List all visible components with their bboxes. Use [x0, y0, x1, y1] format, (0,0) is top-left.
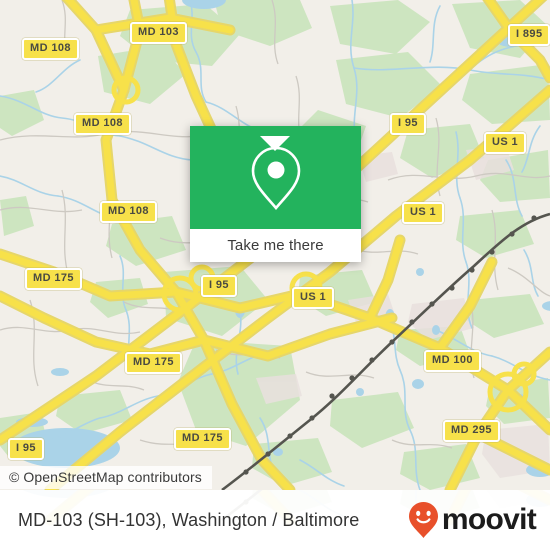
osm-attribution[interactable]: © OpenStreetMap contributors	[0, 466, 212, 489]
road-shield: I 895	[508, 24, 550, 46]
road-shield: US 1	[402, 202, 445, 224]
moovit-wordmark: moovit	[441, 503, 537, 536]
road-shield: US 1	[484, 132, 527, 154]
screenshot-root: MD 108 MD 103 I 895 MD 108 I 95 US 1 MD 108 US …	[0, 0, 550, 550]
popup-pointer-tail	[260, 136, 290, 151]
road-shield: MD 175	[125, 352, 182, 374]
road-shield: MD 103	[130, 22, 187, 44]
road-shield: US 1	[292, 287, 335, 309]
take-me-there-button[interactable]: Take me there	[190, 229, 361, 262]
road-shield: MD 175	[25, 268, 82, 290]
road-shield: MD 100	[424, 350, 481, 372]
map-pin-icon	[251, 146, 300, 210]
road-shield: MD 108	[100, 201, 157, 223]
footer-bar: MD-103 (SH-103), Washington / Baltimore …	[0, 490, 550, 550]
road-shield: I 95	[201, 275, 237, 297]
road-shield: MD 175	[174, 428, 231, 450]
road-shield: MD 108	[22, 38, 79, 60]
map-canvas[interactable]: MD 108 MD 103 I 895 MD 108 I 95 US 1 MD 108 US …	[0, 0, 550, 490]
moovit-smiley-pin-icon	[408, 502, 438, 538]
road-shield: I 95	[390, 113, 426, 135]
road-shield: MD 108	[74, 113, 131, 135]
road-shield: MD 295	[443, 420, 500, 442]
page-title: MD-103 (SH-103), Washington / Baltimore	[18, 509, 360, 530]
moovit-brand-logo[interactable]: moovit	[408, 501, 537, 539]
road-shield: I 95	[8, 438, 44, 460]
